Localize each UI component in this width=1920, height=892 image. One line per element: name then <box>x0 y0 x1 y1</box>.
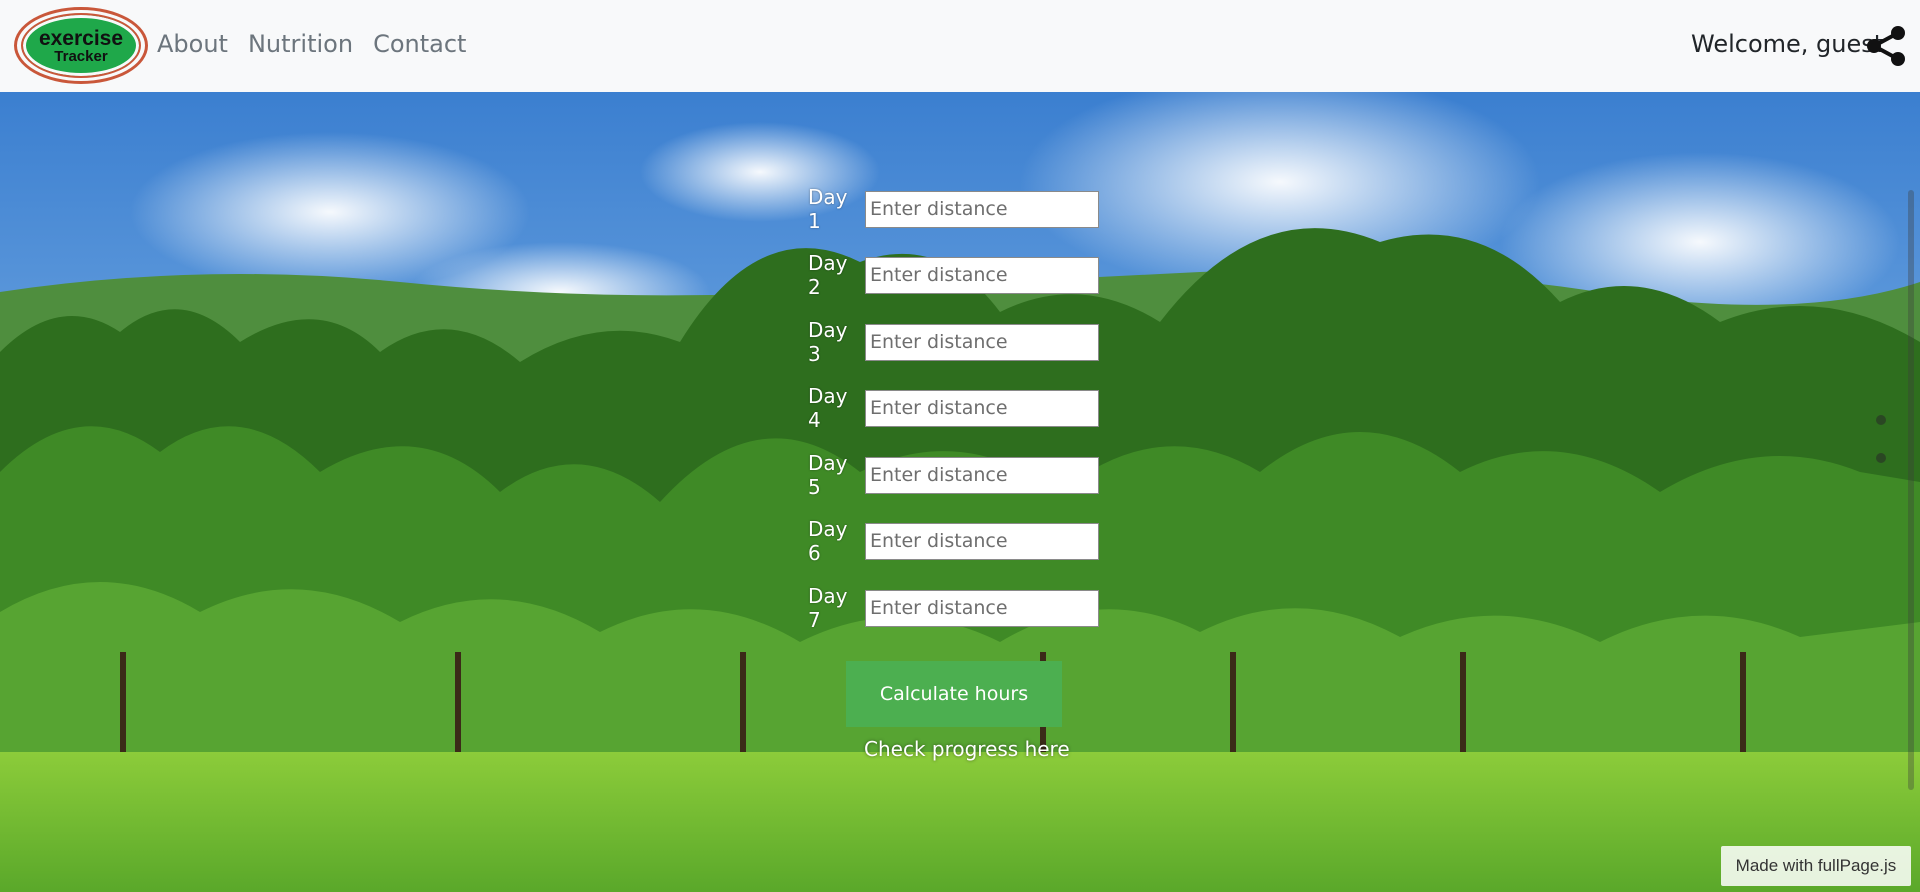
day-row-3: Day 3 <box>808 318 1099 366</box>
day-label: Day 7 <box>808 584 848 632</box>
day-row-7: Day 7 <box>808 584 1099 632</box>
share-icon[interactable] <box>1864 24 1908 68</box>
day-row-4: Day 4 <box>808 384 1099 432</box>
day-row-1: Day 1 <box>808 185 1099 233</box>
distance-input-day-3[interactable] <box>865 323 1099 361</box>
nav-link-about[interactable]: About <box>157 30 228 58</box>
distance-input-day-5[interactable] <box>865 456 1099 494</box>
nav-link-contact[interactable]: Contact <box>373 30 466 58</box>
distance-input-day-4[interactable] <box>865 389 1099 427</box>
day-row-5: Day 5 <box>808 451 1099 499</box>
fullpage-nav-dots <box>1876 415 1886 491</box>
logo-badge: exercise Tracker <box>21 13 141 78</box>
day-label: Day 5 <box>808 451 848 499</box>
fullpage-badge[interactable]: Made with fullPage.js <box>1721 846 1911 886</box>
section-dot[interactable] <box>1876 453 1886 463</box>
day-label: Day 6 <box>808 517 848 565</box>
day-label: Day 2 <box>808 251 848 299</box>
distance-input-day-2[interactable] <box>865 256 1099 294</box>
day-label: Day 3 <box>808 318 848 366</box>
section-dot[interactable] <box>1876 415 1886 425</box>
distance-input-day-1[interactable] <box>865 190 1099 228</box>
distance-input-day-6[interactable] <box>865 522 1099 560</box>
navbar: exercise Tracker About Nutrition Contact… <box>0 0 1920 92</box>
logo[interactable]: exercise Tracker <box>14 7 148 84</box>
day-label: Day 4 <box>808 384 848 432</box>
scrollbar[interactable] <box>1908 190 1914 790</box>
logo-text-exercise: exercise <box>38 26 124 50</box>
nav-link-nutrition[interactable]: Nutrition <box>248 30 353 58</box>
distance-input-day-7[interactable] <box>865 589 1099 627</box>
nav-links: About Nutrition Contact <box>157 30 486 58</box>
logo-text-tracker: Tracker <box>54 47 108 65</box>
day-row-6: Day 6 <box>808 517 1099 565</box>
day-row-2: Day 2 <box>808 251 1099 299</box>
calculate-hours-button[interactable]: Calculate hours <box>846 661 1062 727</box>
check-progress-link[interactable]: Check progress here <box>864 737 1070 761</box>
day-label: Day 1 <box>808 185 848 233</box>
welcome-text: Welcome, guest <box>1691 30 1884 58</box>
